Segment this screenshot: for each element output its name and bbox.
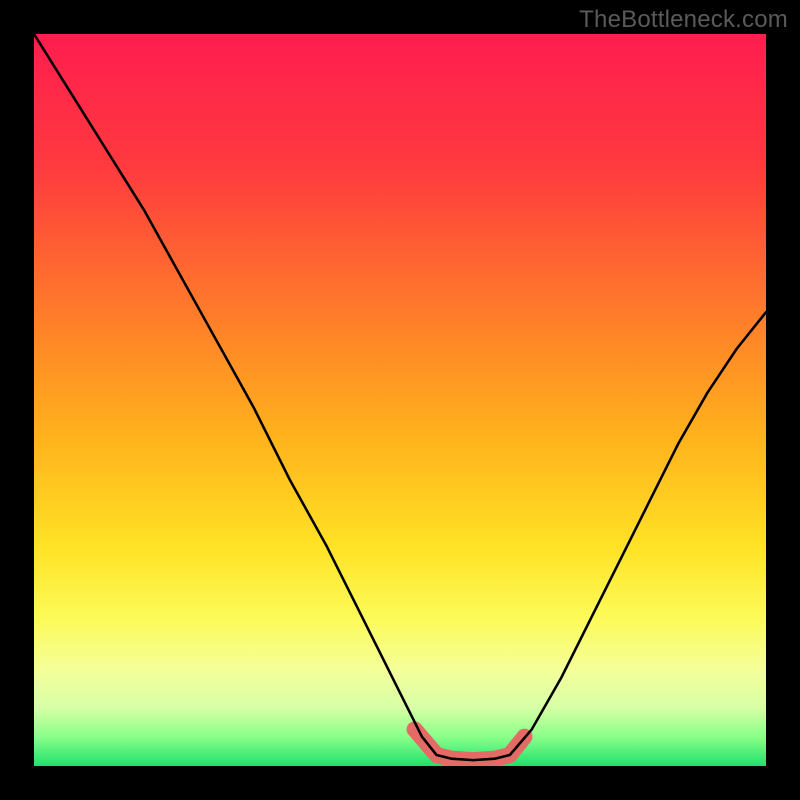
- plot-area: [34, 34, 766, 766]
- watermark-text: TheBottleneck.com: [579, 6, 788, 34]
- chart-frame: TheBottleneck.com: [0, 0, 800, 800]
- curve-layer: [34, 34, 766, 766]
- bottleneck-curve: [34, 34, 766, 760]
